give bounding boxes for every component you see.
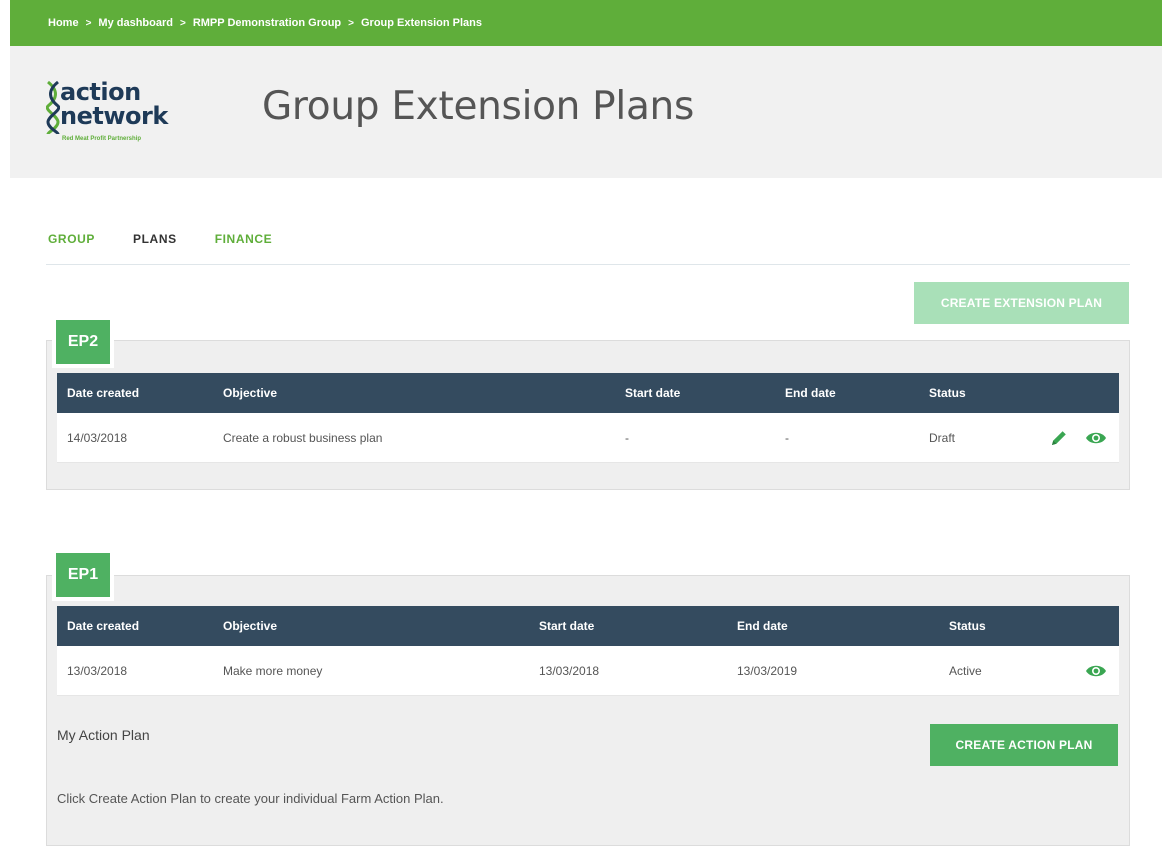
column-header-date-created: Date created — [67, 386, 140, 400]
logo-tagline: Red Meat Profit Partnership — [62, 136, 142, 142]
column-header-start-date: Start date — [625, 386, 681, 400]
column-header-status: Status — [929, 386, 966, 400]
dna-helix-icon — [46, 80, 60, 135]
breadcrumb-separator-icon: > — [179, 17, 186, 29]
cell-objective: Make more money — [223, 663, 323, 678]
table-row: 14/03/2018 Create a robust business plan… — [57, 413, 1119, 463]
plan-card-ep1: Date created Objective Start date End da… — [46, 575, 1130, 846]
action-plan-description: Click Create Action Plan to create your … — [57, 791, 444, 806]
plan-badge-ep2: EP2 — [56, 320, 110, 364]
edit-pencil-icon[interactable] — [1049, 428, 1069, 448]
breadcrumb-my-dashboard[interactable]: My dashboard — [98, 17, 173, 29]
column-header-end-date: End date — [737, 619, 788, 633]
table-header: Date created Objective Start date End da… — [57, 606, 1119, 646]
section-tabs: GROUP PLANS FINANCE — [48, 232, 310, 246]
cell-objective: Create a robust business plan — [223, 430, 383, 445]
breadcrumb-separator-icon: > — [85, 17, 92, 29]
table-header: Date created Objective Start date End da… — [57, 373, 1119, 413]
page-header: action network Red Meat Profit Partnersh… — [10, 46, 1162, 178]
column-header-objective: Objective — [223, 619, 278, 633]
cell-start-date: - — [625, 430, 629, 445]
create-action-plan-button[interactable]: CREATE ACTION PLAN — [930, 724, 1118, 766]
column-header-end-date: End date — [785, 386, 836, 400]
plan-table: Date created Objective Start date End da… — [57, 606, 1119, 696]
cell-start-date: 13/03/2018 — [539, 663, 600, 678]
view-eye-icon[interactable] — [1085, 428, 1106, 448]
action-network-logo[interactable]: action network Red Meat Profit Partnersh… — [46, 78, 206, 150]
action-plan-heading: My Action Plan — [57, 727, 150, 743]
cell-date-created: 14/03/2018 — [67, 430, 128, 445]
plan-card-ep2: Date created Objective Start date End da… — [46, 340, 1130, 490]
cell-status: Active — [949, 663, 982, 678]
breadcrumb-current: Group Extension Plans — [360, 17, 483, 29]
logo-text-action: action — [60, 78, 141, 106]
cell-date-created: 13/03/2018 — [67, 663, 128, 678]
table-row: 13/03/2018 Make more money 13/03/2018 13… — [57, 646, 1119, 696]
column-header-status: Status — [949, 619, 986, 633]
column-header-objective: Objective — [223, 386, 278, 400]
cell-status: Draft — [929, 430, 956, 445]
tab-plans[interactable]: PLANS — [133, 232, 177, 246]
breadcrumb-home[interactable]: Home — [48, 17, 79, 29]
column-header-start-date: Start date — [539, 619, 595, 633]
tab-group[interactable]: GROUP — [48, 232, 95, 246]
column-header-date-created: Date created — [67, 619, 140, 633]
view-eye-icon[interactable] — [1085, 661, 1106, 681]
tabs-divider — [46, 264, 1130, 265]
plan-badge-ep1: EP1 — [56, 553, 110, 597]
create-extension-plan-button[interactable]: CREATE EXTENSION PLAN — [914, 282, 1129, 324]
cell-end-date: 13/03/2019 — [737, 663, 798, 678]
logo-text-network: network — [60, 102, 168, 130]
breadcrumb-separator-icon: > — [348, 17, 354, 29]
breadcrumb: Home > My dashboard > RMPP Demonstration… — [10, 0, 1162, 46]
breadcrumb-group[interactable]: RMPP Demonstration Group — [193, 17, 341, 29]
tab-finance[interactable]: FINANCE — [215, 232, 273, 246]
page-title: Group Extension Plans — [262, 84, 694, 129]
plan-table: Date created Objective Start date End da… — [57, 373, 1119, 463]
cell-end-date: - — [785, 430, 789, 445]
